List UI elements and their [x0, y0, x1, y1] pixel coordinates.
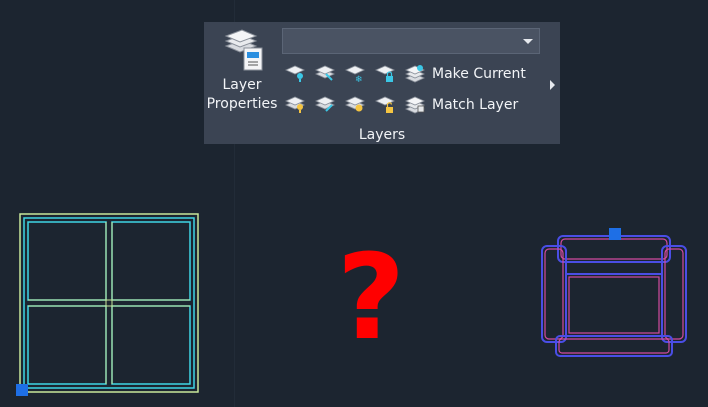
make-current-button[interactable]: Make Current [432, 65, 526, 83]
layer-unlock-icon[interactable] [374, 93, 396, 115]
make-current-icon[interactable] [404, 62, 426, 84]
match-layer-button[interactable]: Match Layer [432, 96, 518, 114]
layer-thaw-icon[interactable] [344, 93, 366, 115]
svg-text:❄: ❄ [355, 75, 363, 84]
layers-ribbon-panel: Layer Properties ❄ Make Current Match La… [204, 22, 560, 144]
window-drawing[interactable] [14, 210, 204, 400]
grip-handle[interactable] [16, 384, 28, 396]
chevron-right-icon[interactable] [550, 80, 555, 90]
question-mark: ? [336, 228, 406, 366]
layer-properties-label-line2: Properties [206, 96, 278, 112]
layer-off-icon[interactable] [284, 62, 306, 84]
layer-isolate-icon[interactable] [314, 62, 336, 84]
armchair-drawing[interactable] [536, 224, 692, 364]
layer-freeze-icon[interactable]: ❄ [344, 62, 366, 84]
layer-unisolate-icon[interactable] [314, 93, 336, 115]
layer-dropdown[interactable] [282, 28, 540, 54]
layer-properties-button[interactable]: Layer Properties [204, 76, 280, 114]
layer-on-icon[interactable] [284, 93, 306, 115]
match-layer-icon[interactable] [404, 93, 426, 115]
layer-lock-icon[interactable] [374, 62, 396, 84]
grip-handle[interactable] [609, 228, 621, 240]
layer-properties-icon[interactable] [220, 28, 268, 72]
panel-title[interactable]: Layers [204, 126, 560, 144]
chevron-down-icon[interactable] [523, 39, 533, 44]
layer-properties-label-line1: Layer [222, 77, 262, 93]
